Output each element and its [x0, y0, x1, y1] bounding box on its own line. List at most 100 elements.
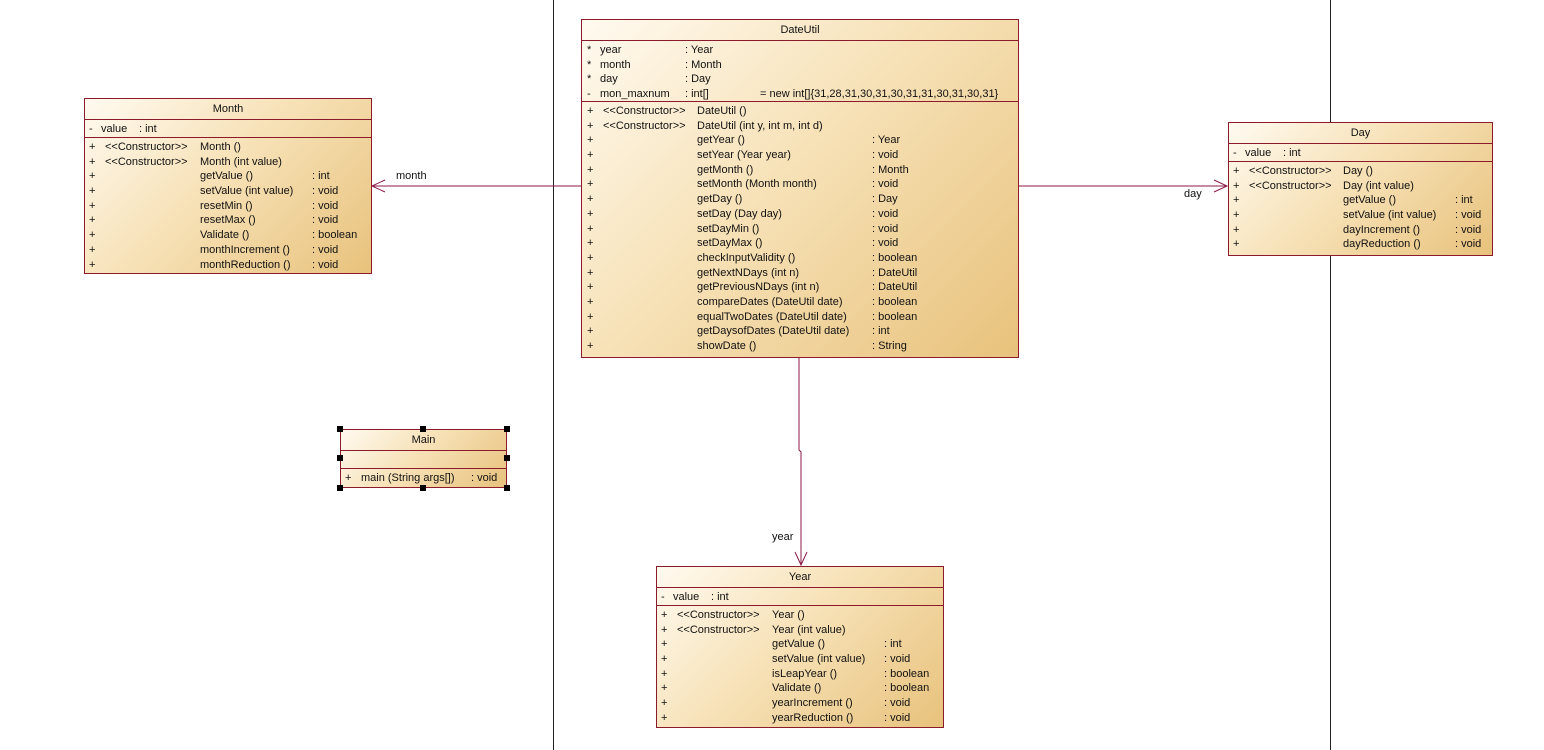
operation-signature: getMonth () — [697, 163, 754, 176]
operation-row[interactable]: + setDayMin (): void — [582, 222, 1018, 237]
visibility-marker: * — [587, 73, 592, 86]
attribute-row[interactable]: * year: Year — [582, 43, 1018, 58]
operation-row[interactable]: + getValue (): int — [85, 169, 371, 184]
resize-handle[interactable] — [337, 426, 343, 432]
operation-row[interactable]: + main (String args[]): void — [341, 471, 506, 486]
visibility-marker: - — [587, 88, 591, 101]
stereotype: <<Constructor>> — [677, 623, 760, 636]
attribute-type: : int — [711, 591, 729, 603]
return-type: : void — [872, 222, 899, 235]
operation-signature: Day (int value) — [1343, 179, 1414, 192]
operation-row[interactable]: + <<Constructor>> DateUtil () — [582, 104, 1018, 119]
return-type: : void — [312, 243, 339, 256]
operation-row[interactable]: + getMonth (): Month — [582, 163, 1018, 178]
attribute-row[interactable]: * month: Month — [582, 58, 1018, 73]
operation-row[interactable]: + Validate (): boolean — [85, 228, 371, 243]
operation-row[interactable]: + getYear (): Year — [582, 133, 1018, 148]
attribute-row[interactable]: - value: int — [85, 122, 371, 137]
operation-row[interactable]: + isLeapYear (): boolean — [657, 667, 943, 682]
visibility-marker: + — [587, 149, 594, 162]
association-year-line[interactable] — [798, 357, 802, 565]
resize-handle[interactable] — [504, 485, 510, 491]
operation-row[interactable]: + resetMax (): void — [85, 213, 371, 228]
resize-handle[interactable] — [504, 455, 510, 461]
operation-signature: setDay (Day day) — [697, 207, 782, 220]
stereotype: <<Constructor>> — [105, 141, 188, 153]
operation-row[interactable]: + <<Constructor>> DateUtil (int y, int m, … — [582, 119, 1018, 134]
visibility-marker: + — [89, 155, 96, 168]
operation-signature: Year (int value) — [772, 623, 846, 636]
visibility-marker: + — [89, 243, 96, 256]
operation-row[interactable]: + getValue (): int — [1229, 193, 1492, 208]
visibility-marker: + — [89, 229, 96, 242]
operation-signature: setDayMax () — [697, 237, 763, 250]
operation-row[interactable]: + resetMin (): void — [85, 199, 371, 214]
visibility-marker: + — [89, 199, 96, 212]
resize-handle[interactable] — [420, 426, 426, 432]
operation-row[interactable]: + setDayMax (): void — [582, 236, 1018, 251]
operation-row[interactable]: + <<Constructor>> Year (int value) — [657, 623, 943, 638]
operation-signature: DateUtil () — [697, 105, 747, 117]
operation-row[interactable]: + getDay (): Day — [582, 192, 1018, 207]
return-type: : void — [1455, 209, 1482, 222]
attribute-row[interactable]: * day: Day — [582, 72, 1018, 87]
operation-signature: setValue (int value) — [200, 185, 294, 198]
operation-row[interactable]: + setYear (Year year): void — [582, 148, 1018, 163]
class-year[interactable]: Year - value: int + <<Constructor>> Year () + <… — [656, 566, 944, 728]
operation-row[interactable]: + equalTwoDates (DateUtil date): boolean — [582, 310, 1018, 325]
resize-handle[interactable] — [337, 455, 343, 461]
class-dateutil[interactable]: DateUtil * year: Year * month: Month * day: Da… — [581, 19, 1019, 358]
operation-signature: isLeapYear () — [772, 667, 838, 680]
operation-row[interactable]: + <<Constructor>> Month (int value) — [85, 155, 371, 170]
visibility-marker: + — [89, 141, 96, 153]
operation-row[interactable]: + setMonth (Month month): void — [582, 177, 1018, 192]
class-month[interactable]: Month - value: int + <<Constructor>> Month ()… — [84, 98, 372, 274]
visibility-marker: + — [89, 258, 96, 271]
visibility-marker: + — [661, 638, 668, 651]
class-day[interactable]: Day - value: int + <<Constructor>> Day () + <<C… — [1228, 122, 1493, 256]
operation-row[interactable]: + dayIncrement (): void — [1229, 223, 1492, 238]
operation-row[interactable]: + getNextNDays (int n): DateUtil — [582, 266, 1018, 281]
operation-row[interactable]: + <<Constructor>> Year () — [657, 608, 943, 623]
operation-row[interactable]: + dayReduction (): void — [1229, 237, 1492, 252]
resize-handle[interactable] — [420, 485, 426, 491]
resize-handle[interactable] — [337, 485, 343, 491]
operation-row[interactable]: + setDay (Day day): void — [582, 207, 1018, 222]
operation-row[interactable]: + setValue (int value): void — [85, 184, 371, 199]
attribute-row[interactable]: - value: int — [657, 590, 943, 605]
operation-row[interactable]: + setValue (int value): void — [657, 652, 943, 667]
visibility-marker: + — [661, 623, 668, 636]
operation-row[interactable]: + checkInputValidity (): boolean — [582, 251, 1018, 266]
attribute-row[interactable]: - mon_maxnum: int[] = new int[]{31,28,31,3… — [582, 87, 1018, 102]
visibility-marker: + — [587, 251, 594, 264]
operation-row[interactable]: + getValue (): int — [657, 637, 943, 652]
operation-row[interactable]: + <<Constructor>> Day () — [1229, 164, 1492, 179]
visibility-marker: + — [1233, 165, 1240, 177]
operation-row[interactable]: + yearReduction (): void — [657, 711, 943, 726]
attribute-row[interactable]: - value: int — [1229, 146, 1492, 161]
operation-row[interactable]: + setValue (int value): void — [1229, 208, 1492, 223]
visibility-marker: - — [1233, 147, 1237, 159]
operation-row[interactable]: + monthReduction (): void — [85, 258, 371, 273]
class-main[interactable]: Main + main (String args[]): void — [340, 429, 507, 488]
operation-row[interactable]: + monthIncrement (): void — [85, 243, 371, 258]
class-name: Month — [85, 99, 371, 120]
operation-row[interactable]: + getDaysofDates (DateUtil date): int — [582, 324, 1018, 339]
operations-section: + <<Constructor>> Year () + <<Constructor>> Y… — [657, 606, 943, 728]
attribute-type: : Year — [685, 44, 714, 56]
operation-row[interactable]: + <<Constructor>> Day (int value) — [1229, 179, 1492, 194]
visibility-marker: + — [587, 266, 594, 279]
visibility-marker: + — [1233, 223, 1240, 236]
visibility-marker: + — [587, 281, 594, 294]
operation-row[interactable]: + getPreviousNDays (int n): DateUtil — [582, 280, 1018, 295]
visibility-marker: + — [661, 609, 668, 621]
operation-row[interactable]: + compareDates (DateUtil date): boolean — [582, 295, 1018, 310]
visibility-marker: + — [661, 653, 668, 666]
operation-signature: getValue () — [772, 638, 825, 651]
operation-row[interactable]: + <<Constructor>> Month () — [85, 140, 371, 155]
operation-row[interactable]: + showDate (): String — [582, 339, 1018, 354]
operation-row[interactable]: + Validate (): boolean — [657, 681, 943, 696]
visibility-marker: + — [661, 682, 668, 695]
resize-handle[interactable] — [504, 426, 510, 432]
operation-row[interactable]: + yearIncrement (): void — [657, 696, 943, 711]
